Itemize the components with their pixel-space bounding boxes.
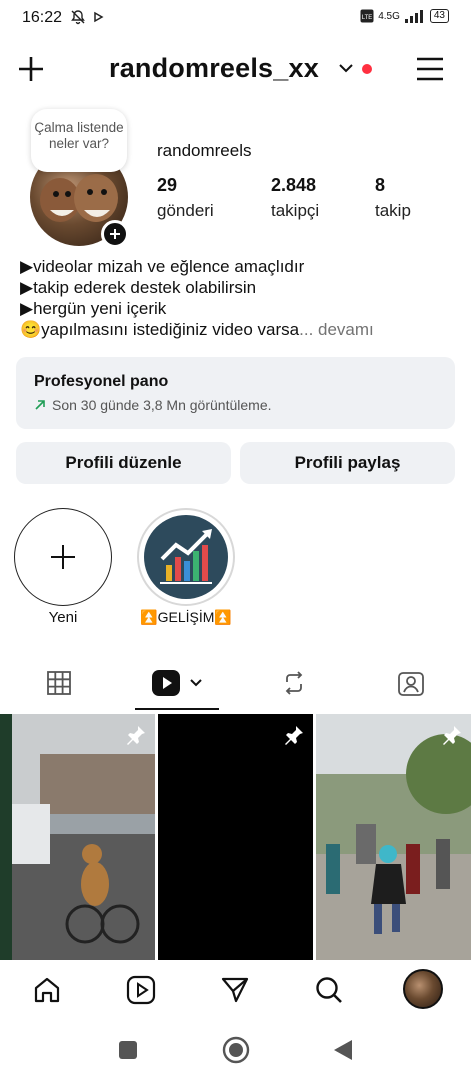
plus-icon	[51, 545, 75, 569]
tab-reels[interactable]	[135, 658, 219, 708]
pinned-icon	[127, 726, 145, 745]
stat-label: takipçi	[271, 201, 320, 220]
trend-up-icon	[35, 400, 45, 410]
active-tab-indicator	[135, 708, 219, 710]
chevron-down-icon[interactable]	[338, 62, 354, 74]
repost-icon	[285, 671, 303, 695]
tab-posts[interactable]	[20, 658, 98, 708]
video-thumbnail	[316, 714, 471, 960]
grid-item[interactable]	[0, 714, 155, 960]
highlight-gelisim[interactable]	[137, 508, 235, 606]
tab-reposts[interactable]	[255, 658, 333, 708]
tagged-icon	[398, 672, 424, 696]
bio-line: 😊yapılmasını istediğiniz video varsa	[20, 320, 300, 339]
pinned-icon	[443, 726, 461, 745]
bio-more-link[interactable]: ... devamı	[299, 320, 374, 339]
stat-value: 8	[375, 175, 386, 195]
notification-dot	[362, 64, 372, 74]
highlight-label: Yeni	[48, 609, 78, 626]
stat-value: 2.848	[271, 175, 317, 195]
reels-grid	[0, 714, 471, 960]
share-profile-button[interactable]: Profili paylaş	[240, 442, 455, 484]
tab-tagged[interactable]	[372, 658, 450, 708]
clock: 16:22	[22, 9, 63, 26]
stat-following[interactable]: 8 takip	[375, 175, 411, 221]
mute-bell-icon	[71, 10, 85, 25]
professional-dashboard[interactable]: Profesyonel pano Son 30 günde 3,8 Mn gör…	[16, 357, 455, 429]
home-icon	[34, 977, 60, 1003]
bio-line: ▶hergün yeni içerik	[20, 299, 167, 318]
recents-icon[interactable]	[118, 1040, 138, 1060]
battery-icon: 43	[429, 9, 449, 23]
reels-icon	[152, 670, 180, 696]
nav-search[interactable]	[312, 973, 346, 1007]
profile-header: randomreels_xx	[0, 48, 471, 92]
signal-icon	[404, 10, 423, 23]
stat-label: gönderi	[157, 201, 214, 220]
grid-icon	[47, 671, 71, 695]
status-bar: 16:22 LTE 4.5G 43	[0, 0, 471, 36]
nav-home[interactable]	[30, 973, 64, 1007]
network-type: 4.5G	[378, 10, 400, 22]
volte-icon: LTE	[360, 9, 374, 23]
profile-name: randomreels	[157, 141, 252, 160]
video-thumbnail	[0, 714, 155, 960]
search-icon	[316, 977, 342, 1003]
chevron-down-icon	[190, 679, 202, 687]
pinned-icon	[285, 726, 303, 745]
reels-icon	[126, 975, 156, 1005]
username-title[interactable]: randomreels_xx	[109, 53, 319, 84]
growth-chart-icon	[144, 515, 228, 599]
nav-messages[interactable]	[218, 973, 252, 1007]
bio-line: ▶takip ederek destek olabilirsin	[20, 278, 257, 297]
highlight-label: ⏫GELİŞİM⏫	[140, 609, 232, 625]
menu-icon[interactable]	[416, 56, 444, 82]
content-tabs	[0, 658, 471, 710]
new-highlight-button[interactable]	[14, 508, 112, 606]
svg-text:LTE: LTE	[362, 15, 373, 21]
nav-reels[interactable]	[124, 973, 158, 1007]
bio-line: ▶videolar mizah ve eğlence amaçlıdır	[20, 257, 305, 276]
edit-profile-button[interactable]: Profili düzenle	[16, 442, 231, 484]
bottom-navigation	[0, 960, 471, 1020]
dashboard-title: Profesyonel pano	[34, 373, 169, 390]
stat-posts[interactable]: 29 gönderi	[157, 175, 214, 221]
media-play-icon	[94, 11, 104, 23]
stat-followers[interactable]: 2.848 takipçi	[271, 175, 319, 221]
note-bubble[interactable]: Çalma listende neler var?	[31, 109, 127, 172]
grid-item[interactable]	[316, 714, 471, 960]
bio-line-last: 😊yapılmasını istediğiniz video varsa... …	[20, 319, 460, 340]
grid-item[interactable]	[158, 714, 313, 960]
nav-profile-avatar[interactable]	[403, 969, 443, 1009]
bio: ▶videolar mizah ve eğlence amaçlıdır ▶ta…	[20, 256, 460, 340]
system-navigation	[0, 1020, 471, 1080]
dashboard-subtitle: Son 30 günde 3,8 Mn görüntüleme.	[52, 397, 272, 413]
messages-icon	[221, 977, 249, 1003]
stat-value: 29	[157, 175, 178, 195]
back-icon[interactable]	[332, 1038, 354, 1062]
add-story-icon[interactable]	[101, 220, 129, 248]
stat-label: takip	[375, 201, 411, 220]
create-plus-icon[interactable]	[16, 54, 46, 84]
home-button-icon[interactable]	[222, 1036, 250, 1064]
